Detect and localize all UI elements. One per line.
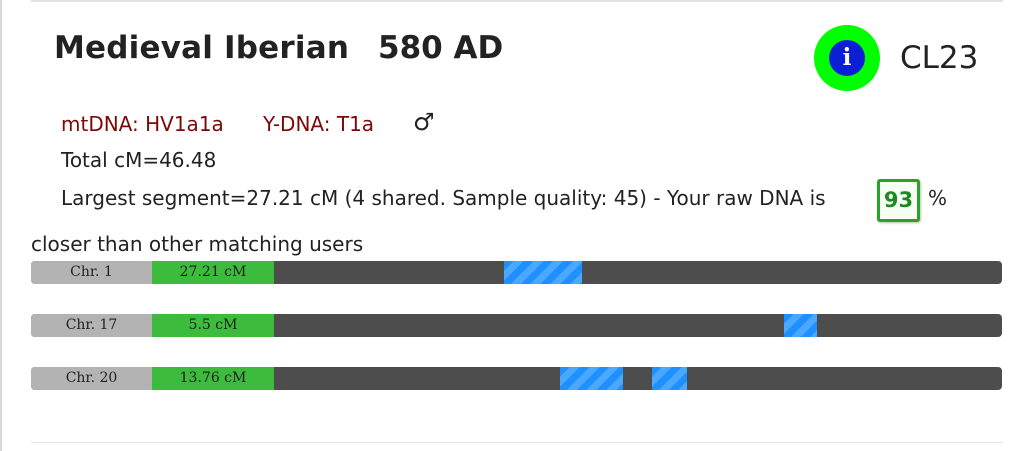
chromosome-row: Chr. 20 13.76 cM: [31, 367, 1002, 390]
closer-text: closer than other matching users: [31, 232, 364, 256]
shared-segment[interactable]: [503, 261, 582, 284]
chromosome-cm-value: 13.76 cM: [152, 367, 274, 390]
bottom-divider: [31, 442, 1003, 443]
shared-segment[interactable]: [560, 367, 624, 390]
percent-sign: %: [928, 186, 948, 210]
chromosome-label: Chr. 17: [31, 314, 152, 337]
match-score-badge: 93: [877, 179, 920, 222]
shared-segment[interactable]: [784, 314, 818, 337]
card-left-border: [0, 0, 2, 451]
chromosome-cm-value: 5.5 cM: [152, 314, 274, 337]
top-divider: [31, 0, 1003, 2]
chromosome-row: Chr. 1 27.21 cM: [31, 261, 1002, 284]
info-button[interactable]: i: [814, 25, 880, 91]
chromosome-cm-value: 27.21 cM: [152, 261, 274, 284]
sample-date: 580 AD: [378, 30, 504, 66]
mtdna-haplogroup: mtDNA: HV1a1a: [61, 112, 224, 136]
chromosome-label: Chr. 1: [31, 261, 152, 284]
largest-segment-text: Largest segment=27.21 cM (4 shared. Samp…: [61, 186, 826, 210]
sample-card: Medieval Iberian 580 AD i CL23 mtDNA: HV…: [0, 0, 1032, 451]
total-cm: Total cM=46.48: [61, 148, 217, 172]
shared-segment[interactable]: [652, 367, 688, 390]
male-icon: ♂: [413, 108, 435, 136]
info-icon: i: [829, 40, 865, 76]
chromosome-row: Chr. 17 5.5 cM: [31, 314, 1002, 337]
ydna-haplogroup: Y-DNA: T1a: [263, 112, 375, 136]
sample-code: CL23: [900, 40, 979, 76]
chromosome-label: Chr. 20: [31, 367, 152, 390]
sample-title: Medieval Iberian: [54, 30, 350, 66]
